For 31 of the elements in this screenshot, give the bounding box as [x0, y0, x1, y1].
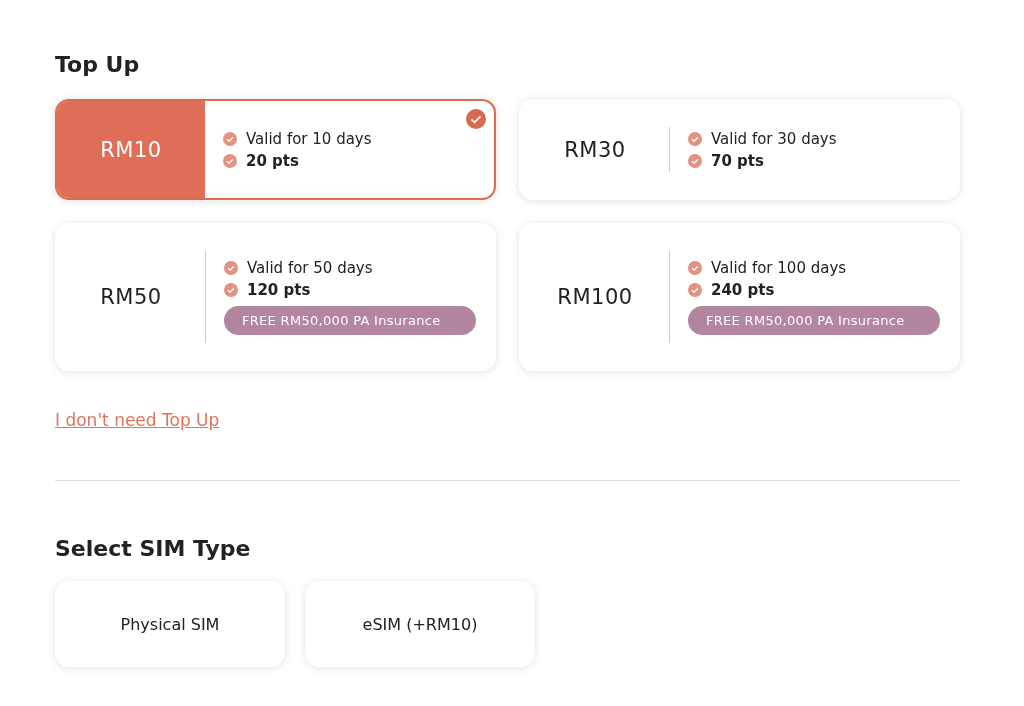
- points-text: 70 pts: [711, 151, 764, 170]
- plan-price: RM10: [57, 101, 205, 198]
- check-icon: [223, 153, 237, 168]
- validity-text: Valid for 100 days: [711, 259, 847, 277]
- plan-card[interactable]: RM10 Valid for 10 days 20 pts: [55, 99, 496, 200]
- sim-option[interactable]: Physical SIM: [55, 581, 285, 667]
- points-text: 240 pts: [711, 281, 775, 299]
- points-text: 120 pts: [247, 281, 311, 299]
- plan-card[interactable]: RM30 Valid for 30 days 70 pts: [519, 99, 960, 200]
- insurance-badge: FREE RM50,000 PA Insurance: [224, 306, 476, 335]
- plan-price: RM30: [563, 136, 627, 164]
- check-icon: [688, 283, 702, 297]
- check-icon: [224, 261, 238, 275]
- plan-card[interactable]: RM50 Valid for 50 days 120 pts FREE RM50,000 PA Insurance: [55, 223, 496, 371]
- section-heading: Top Up: [55, 52, 141, 77]
- check-icon: [688, 153, 702, 168]
- check-icon: [688, 131, 702, 146]
- check-icon: [223, 131, 237, 146]
- plan-card[interactable]: RM100 Valid for 100 days 240 pts FREE RM50,000 PA Insurance: [519, 223, 960, 371]
- insurance-badge: FREE RM50,000 PA Insurance: [688, 306, 940, 335]
- validity-text: Valid for 50 days: [247, 259, 373, 277]
- section-heading: Select SIM Type: [55, 536, 252, 561]
- check-icon: [224, 283, 238, 297]
- check-icon: [688, 261, 702, 275]
- points-text: 20 pts: [246, 151, 299, 170]
- plan-price: RM100: [556, 284, 634, 311]
- validity-text: Valid for 30 days: [711, 129, 837, 148]
- validity-text: Valid for 10 days: [246, 129, 372, 148]
- selected-check-icon: [466, 109, 486, 129]
- plan-price: RM50: [99, 284, 163, 311]
- sim-option[interactable]: eSIM (+RM10): [305, 581, 535, 667]
